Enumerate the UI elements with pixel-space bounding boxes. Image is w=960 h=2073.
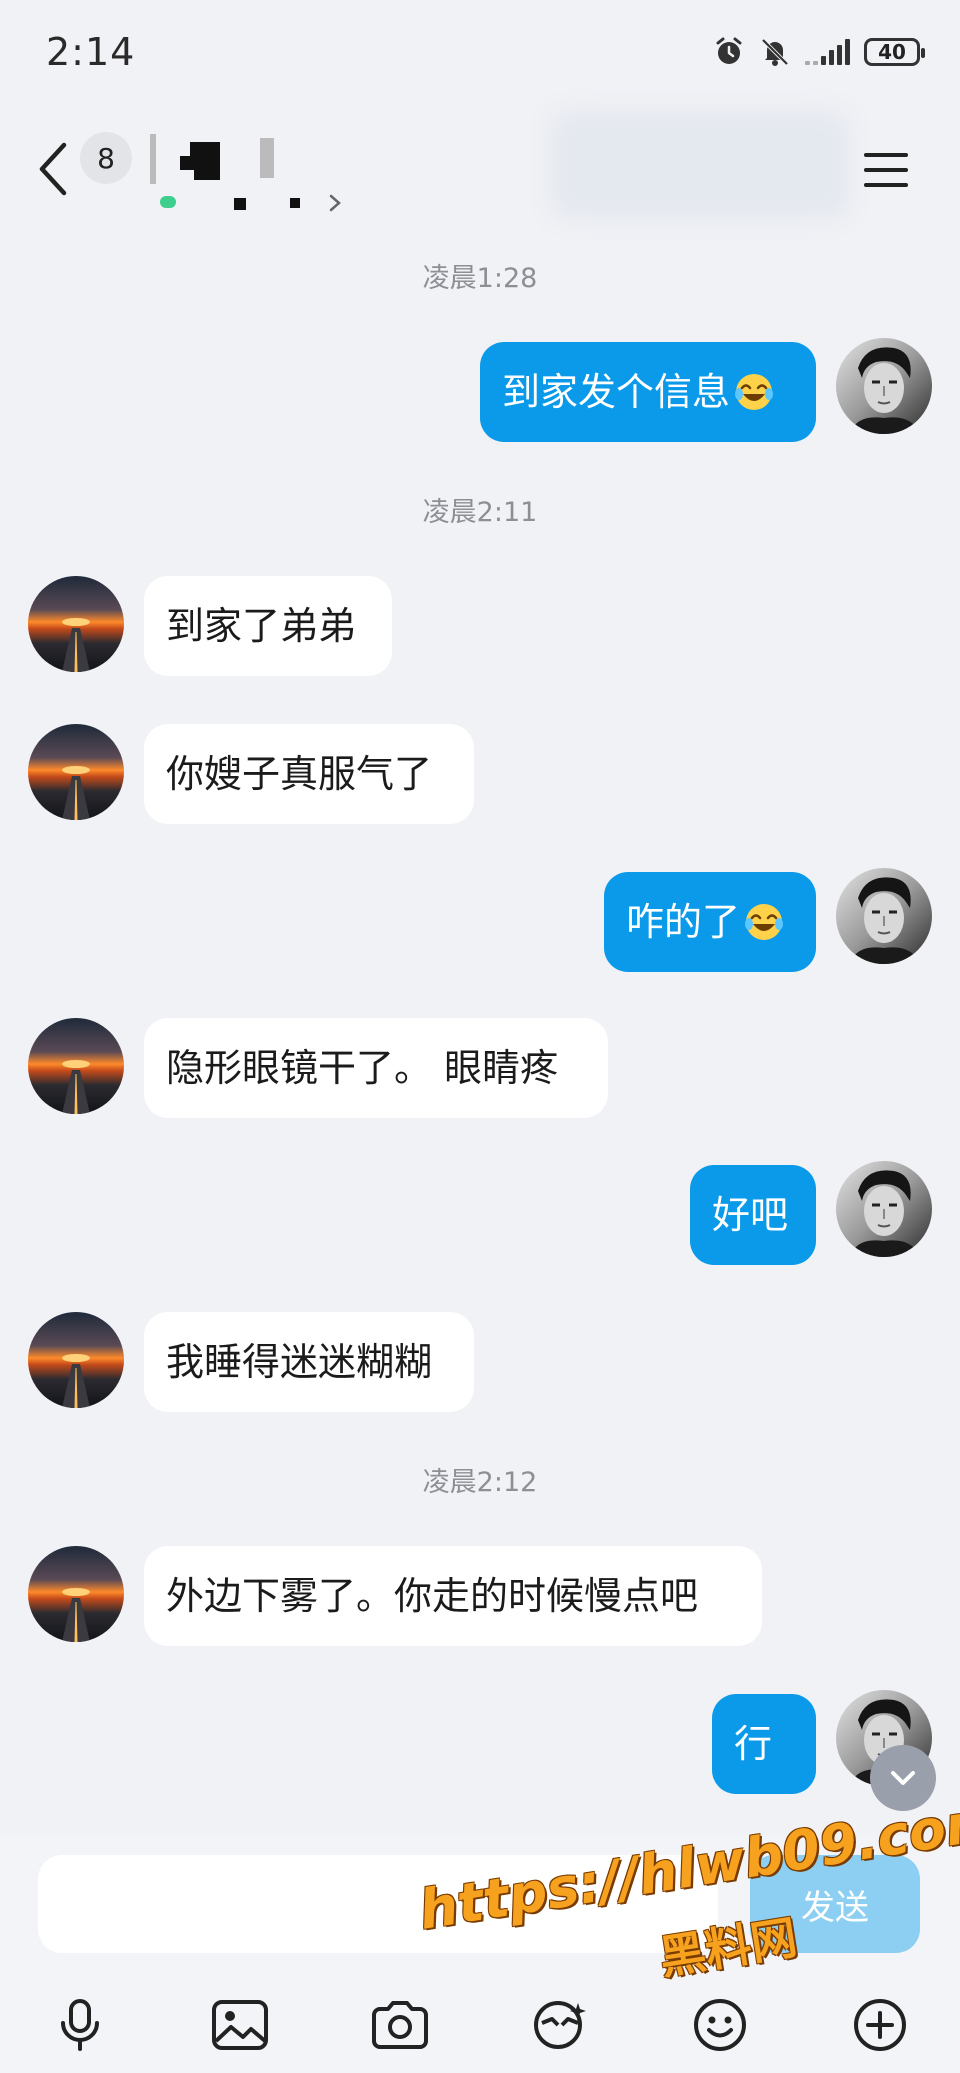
message-bubble[interactable]: 到家了弟弟 bbox=[144, 576, 392, 676]
photo-button[interactable] bbox=[200, 1985, 280, 2065]
message-bubble[interactable]: 好吧 bbox=[690, 1165, 816, 1265]
message-bubble[interactable]: 隐形眼镜干了。 眼睛疼 bbox=[144, 1018, 608, 1118]
message-text: 到家了弟弟 bbox=[166, 604, 357, 648]
contact-name-redacted[interactable] bbox=[150, 128, 341, 218]
laugh-tears-emoji bbox=[744, 902, 785, 941]
voice-button[interactable] bbox=[40, 1985, 120, 2065]
unread-count-badge[interactable]: 8 bbox=[80, 132, 132, 184]
message-text: 行 bbox=[734, 1722, 773, 1766]
message-bubble[interactable]: 咋的了 bbox=[604, 872, 816, 972]
emoji-button[interactable] bbox=[680, 1985, 760, 2065]
camera-icon bbox=[372, 2001, 428, 2049]
message-text: 到家发个信息 bbox=[502, 370, 731, 414]
message-text: 咋的了 bbox=[626, 900, 741, 944]
contact-avatar[interactable] bbox=[28, 724, 124, 820]
timestamp: 凌晨2:12 bbox=[422, 1467, 538, 1498]
back-button[interactable] bbox=[28, 134, 78, 204]
timestamp: 凌晨2:11 bbox=[422, 497, 538, 528]
message-bubble[interactable]: 我睡得迷迷糊糊 bbox=[144, 1312, 474, 1412]
status-time: 2:14 bbox=[46, 30, 136, 74]
chat-header: 8 bbox=[0, 110, 960, 240]
contact-avatar[interactable] bbox=[28, 1546, 124, 1642]
alarm-icon bbox=[716, 37, 742, 64]
status-bar: 2:14 40 bbox=[0, 0, 960, 110]
input-toolbar bbox=[0, 1985, 960, 2065]
message-text: 你嫂子真服气了 bbox=[166, 752, 433, 796]
status-icons: 40 bbox=[713, 36, 925, 68]
message-bubble[interactable]: 到家发个信息 bbox=[480, 342, 816, 442]
contact-avatar[interactable] bbox=[28, 576, 124, 672]
message-text: 我睡得迷迷糊糊 bbox=[166, 1340, 433, 1384]
online-status-dot bbox=[160, 196, 176, 208]
battery-icon: 40 bbox=[864, 38, 925, 66]
sticker-button[interactable] bbox=[520, 1985, 600, 2065]
image-icon bbox=[212, 2000, 268, 2050]
message-bubble[interactable]: 外边下雾了。你走的时候慢点吧 bbox=[144, 1546, 762, 1646]
plus-icon bbox=[854, 1999, 906, 2051]
input-bar: 发送 bbox=[0, 1835, 960, 2073]
emoji-icon bbox=[694, 1999, 746, 2051]
message-bubble[interactable]: 行 bbox=[712, 1694, 816, 1794]
my-avatar[interactable] bbox=[836, 1161, 932, 1257]
my-avatar[interactable] bbox=[836, 338, 932, 434]
message-text: 隐形眼镜干了。 眼睛疼 bbox=[166, 1046, 559, 1090]
sticker-icon bbox=[534, 2001, 586, 2049]
message-input[interactable] bbox=[38, 1855, 718, 1953]
more-button[interactable] bbox=[840, 1985, 920, 2065]
scroll-to-bottom-button[interactable] bbox=[870, 1745, 936, 1811]
contact-avatar[interactable] bbox=[28, 1018, 124, 1114]
menu-icon[interactable] bbox=[864, 140, 924, 200]
message-text: 好吧 bbox=[712, 1193, 789, 1237]
message-bubble[interactable]: 你嫂子真服气了 bbox=[144, 724, 474, 824]
microphone-icon bbox=[61, 1999, 99, 2051]
chevron-right-icon bbox=[329, 194, 341, 212]
camera-button[interactable] bbox=[360, 1985, 440, 2065]
message-text: 外边下雾了。你走的时候慢点吧 bbox=[166, 1574, 699, 1618]
blurred-region bbox=[550, 110, 850, 220]
laugh-tears-emoji bbox=[734, 372, 775, 411]
mute-bell-icon bbox=[761, 38, 789, 66]
my-avatar[interactable] bbox=[836, 868, 932, 964]
send-button[interactable]: 发送 bbox=[750, 1855, 920, 1953]
contact-avatar[interactable] bbox=[28, 1312, 124, 1408]
signal-icon bbox=[805, 39, 850, 65]
back-chevron-icon bbox=[39, 142, 67, 196]
chevron-down-icon bbox=[891, 1771, 915, 1785]
timestamp: 凌晨1:28 bbox=[422, 263, 538, 294]
